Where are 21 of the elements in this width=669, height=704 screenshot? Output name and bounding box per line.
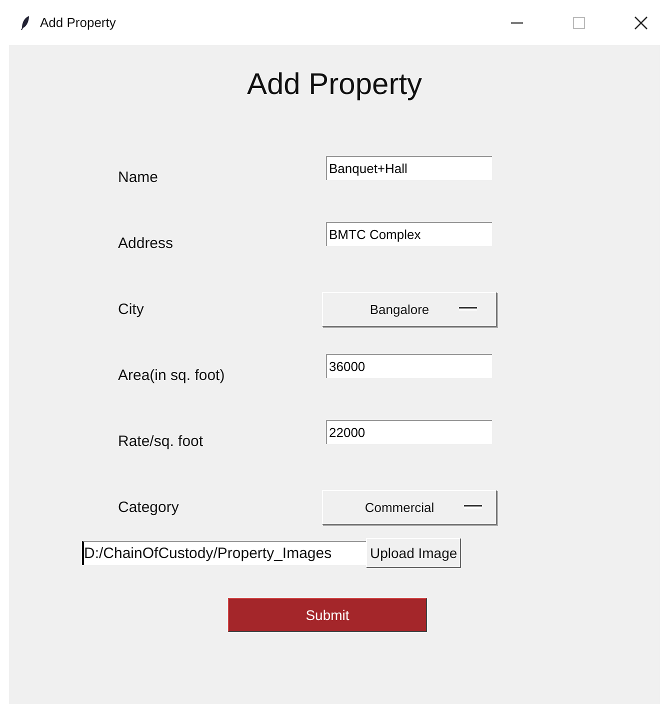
- upload-button[interactable]: Upload Image: [366, 538, 462, 568]
- field-label: City: [117, 300, 145, 318]
- dropdown-indicator-icon: [464, 505, 482, 509]
- close-icon[interactable]: [634, 16, 648, 30]
- window-title: Add Property: [40, 15, 116, 30]
- feather-icon: [20, 14, 30, 30]
- input-field[interactable]: Banquet+Hall: [326, 156, 492, 180]
- submit-button[interactable]: Submit: [228, 598, 427, 632]
- input-field[interactable]: 22000: [326, 420, 492, 444]
- field-label: Category: [117, 498, 180, 516]
- field-label: Address: [117, 234, 174, 252]
- dropdown-button[interactable]: Commercial: [322, 490, 497, 524]
- image-path-field[interactable]: D:/ChainOfCustody/Property_Images: [82, 541, 366, 565]
- input-field[interactable]: 36000: [326, 354, 492, 378]
- dropdown-indicator-icon: [459, 307, 478, 311]
- dropdown-button[interactable]: Bangalore: [322, 292, 497, 326]
- field-label: Name: [117, 168, 160, 186]
- input-field[interactable]: BMTC Complex: [326, 222, 492, 246]
- field-label: Rate/sq. foot: [117, 432, 204, 450]
- field-label: Area(in sq. foot): [117, 366, 226, 384]
- form-heading: Add Property: [246, 67, 424, 103]
